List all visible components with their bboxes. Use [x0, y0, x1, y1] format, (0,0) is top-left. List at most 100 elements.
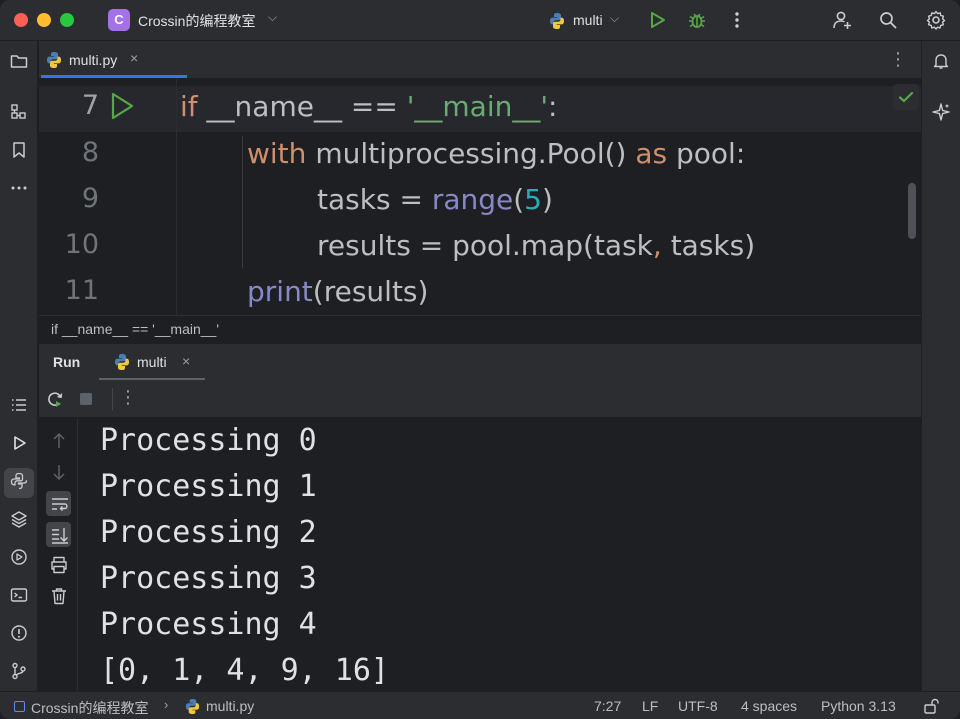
settings-icon[interactable]	[925, 9, 947, 31]
search-icon[interactable]	[877, 9, 899, 31]
status-file[interactable]: multi.py	[206, 698, 254, 714]
run-tab-label: multi	[137, 354, 167, 370]
close-window-button[interactable]	[14, 13, 28, 27]
editor-tab-bar: multi.py × ⋮	[39, 41, 921, 79]
notifications-icon[interactable]	[931, 51, 951, 71]
chevron-down-icon[interactable]: ⌵	[610, 11, 619, 26]
console-line: Processing 0	[100, 423, 317, 458]
identifier: pool.map(task	[452, 229, 653, 262]
punctuation: :	[548, 90, 558, 123]
rerun-icon[interactable]	[45, 389, 65, 409]
builtin: range	[431, 183, 514, 216]
tab-multi-py[interactable]: multi.py ×	[41, 41, 187, 78]
soft-wrap-icon[interactable]	[49, 493, 71, 515]
breadcrumb-item[interactable]: if __name__ == '__main__'	[51, 321, 219, 337]
title-bar: C Crossin的编程教室 ⌵ multi ⌵	[0, 0, 960, 41]
line-number: 8	[81, 137, 99, 168]
code-line-10: results = pool.map(task, tasks)	[317, 229, 755, 262]
bookmark-icon[interactable]	[9, 140, 29, 160]
status-bar: Crossin的编程教室 › multi.py 7:27 LF UTF-8 4 …	[0, 691, 960, 719]
number-literal: 5	[524, 183, 542, 216]
minimize-window-button[interactable]	[37, 13, 51, 27]
inspection-ok-icon[interactable]	[893, 84, 919, 110]
breadcrumb: if __name__ == '__main__'	[39, 315, 921, 343]
print-icon[interactable]	[48, 554, 70, 576]
debug-icon[interactable]	[686, 9, 708, 31]
string-literal: '__main__'	[406, 90, 549, 123]
identifier: multiprocessing.Pool()	[315, 137, 627, 170]
run-tool-icon[interactable]	[9, 433, 29, 453]
run-toolbar-more-button[interactable]: ⋮	[119, 387, 137, 408]
terminal-icon[interactable]	[9, 585, 29, 605]
run-toolbar: ⋮	[39, 380, 921, 418]
identifier: results	[317, 229, 411, 262]
toolbar-separator	[112, 388, 113, 410]
status-indent[interactable]: 4 spaces	[741, 698, 797, 714]
indent-guide	[242, 136, 243, 268]
folder-icon[interactable]	[9, 51, 29, 71]
keyword: with	[247, 137, 307, 170]
left-tool-strip	[0, 41, 38, 691]
identifier: tasks)	[670, 229, 756, 262]
code-editor[interactable]: 7 8 9 10 11 if __name__ == '__main__': w…	[39, 79, 921, 315]
status-project[interactable]: Crossin的编程教室	[31, 698, 148, 718]
operator: =	[399, 183, 423, 216]
more-icon[interactable]	[726, 9, 748, 31]
services-icon[interactable]	[9, 547, 29, 567]
stop-icon[interactable]	[76, 389, 96, 409]
run-tab-multi[interactable]: multi ×	[99, 344, 205, 381]
project-badge[interactable]: C	[108, 9, 130, 31]
python-packages-icon[interactable]	[9, 471, 29, 491]
chevron-right-icon: ›	[164, 697, 169, 712]
arrow-down-icon[interactable]	[48, 461, 70, 483]
status-interpreter[interactable]: Python 3.13	[821, 698, 896, 714]
scroll-to-end-icon[interactable]	[49, 524, 71, 546]
right-tool-strip	[921, 41, 960, 691]
console-line: [0, 1, 4, 9, 16]	[100, 653, 389, 688]
status-caret-position[interactable]: 7:27	[594, 698, 621, 714]
add-user-icon[interactable]	[831, 9, 853, 31]
run-gutter-icon[interactable]	[109, 91, 135, 121]
operator: ==	[350, 90, 398, 123]
line-number: 10	[64, 229, 99, 260]
lock-icon[interactable]	[922, 697, 940, 715]
run-tab-close-button[interactable]: ×	[182, 353, 190, 369]
run-config-selector[interactable]: multi	[573, 12, 603, 28]
git-icon[interactable]	[9, 661, 29, 681]
python-file-icon	[47, 52, 61, 68]
builtin: print	[247, 275, 313, 308]
python-icon	[550, 13, 564, 29]
editor-scrollbar[interactable]	[908, 183, 916, 239]
todo-list-icon[interactable]	[9, 395, 29, 415]
identifier: tasks	[317, 183, 391, 216]
ai-assistant-icon[interactable]	[931, 102, 951, 122]
console-line: Processing 4	[100, 607, 317, 642]
zoom-window-button[interactable]	[60, 13, 74, 27]
problems-icon[interactable]	[9, 623, 29, 643]
console-line: Processing 3	[100, 561, 317, 596]
more-tools-icon[interactable]	[9, 178, 29, 198]
run-panel-title: Run	[53, 354, 81, 370]
status-encoding[interactable]: UTF-8	[678, 698, 718, 714]
operator: =	[419, 229, 444, 262]
tab-more-button[interactable]: ⋮	[889, 49, 907, 70]
code-line-9: tasks = range(5)	[317, 183, 553, 216]
tab-label: multi.py	[69, 52, 118, 68]
console-output[interactable]: Processing 0 Processing 1 Processing 2 P…	[39, 418, 921, 691]
arrow-up-icon[interactable]	[48, 430, 70, 452]
python-file-icon	[185, 698, 200, 715]
punctuation: (	[513, 183, 525, 216]
trash-icon[interactable]	[48, 585, 70, 607]
structure-icon[interactable]	[9, 102, 29, 122]
run-panel-header: Run multi ×	[39, 343, 921, 381]
status-line-separator[interactable]: LF	[642, 698, 658, 714]
run-icon[interactable]	[646, 9, 668, 31]
keyword: as	[635, 137, 668, 170]
identifier: __name__	[206, 90, 342, 123]
code-line-8: with multiprocessing.Pool() as pool:	[247, 137, 745, 170]
chevron-down-icon[interactable]: ⌵	[268, 10, 277, 25]
identifier: pool:	[676, 137, 746, 170]
layers-icon[interactable]	[9, 509, 29, 529]
project-name[interactable]: Crossin的编程教室	[138, 11, 255, 31]
tab-close-button[interactable]: ×	[130, 50, 138, 66]
